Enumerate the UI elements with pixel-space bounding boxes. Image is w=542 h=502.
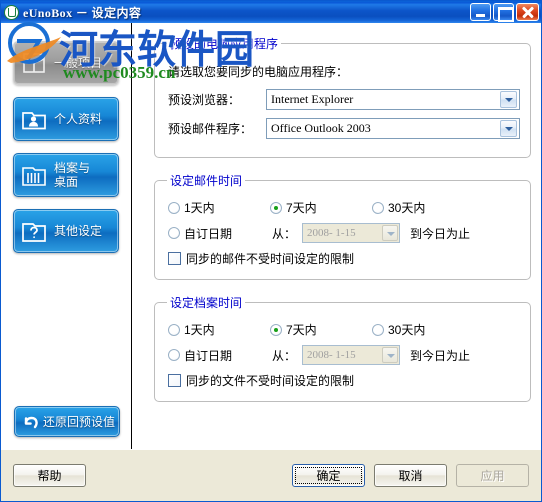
file-radio-7days-label: 7天内 — [286, 323, 317, 337]
radio-icon — [372, 201, 384, 214]
sidebar-item-label: 一般项目 — [54, 56, 103, 70]
file-date-value: 2008- 1-15 — [307, 349, 356, 361]
file-radio-custom-date[interactable]: 自订日期 — [168, 347, 264, 364]
mail-client-label: 预设邮件程序： — [168, 122, 253, 136]
browser-select[interactable]: Internet Explorer — [266, 89, 520, 110]
default-apps-legend: 预设的电脑应用程序 — [170, 37, 279, 51]
undo-arrow-icon — [19, 411, 41, 433]
file-no-time-limit-label: 同步的文件不受时间设定的限制 — [186, 374, 355, 388]
settings-window: eUnoBox － 设定内容 一般项目 个人资料 档案与 桌面 其他设定 还原回… — [0, 0, 542, 502]
mail-no-time-limit-checkbox[interactable]: 同步的邮件不受时间设定的限制 — [168, 250, 520, 267]
mail-time-range-row: 1天内 7天内 30天内 — [168, 199, 520, 216]
restore-defaults-label: 还原回预设值 — [43, 414, 116, 429]
mail-radio-7days[interactable]: 7天内 — [270, 199, 372, 216]
mail-radio-custom-date[interactable]: 自订日期 — [168, 225, 264, 242]
minimize-icon[interactable] — [470, 3, 491, 21]
mail-date-picker: 2008- 1-15 — [302, 223, 401, 243]
radio-icon — [270, 201, 282, 214]
default-apps-hint: 请选取您要同步的电脑应用程序： — [168, 65, 349, 79]
help-button[interactable]: 帮助 — [13, 464, 86, 487]
mail-radio-30days[interactable]: 30天内 — [372, 199, 425, 216]
mail-radio-1day-label: 1天内 — [184, 201, 215, 215]
file-radio-7days[interactable]: 7天内 — [270, 321, 372, 338]
eunobox-app-icon — [4, 4, 19, 20]
file-date-picker: 2008- 1-15 — [302, 345, 401, 365]
checkbox-icon — [168, 252, 181, 265]
close-icon[interactable] — [516, 3, 539, 21]
sidebar-item-personal[interactable]: 个人资料 — [13, 97, 119, 141]
file-radio-30days[interactable]: 30天内 — [372, 321, 425, 338]
radio-icon — [372, 323, 384, 336]
radio-icon — [270, 323, 282, 336]
file-custom-date-row: 自订日期 从： 2008- 1-15 到今日为止 — [168, 345, 520, 365]
file-time-range-row: 1天内 7天内 30天内 — [168, 321, 520, 338]
person-folder-icon — [19, 105, 49, 133]
question-folder-icon — [19, 217, 49, 245]
mail-radio-30days-label: 30天内 — [388, 201, 426, 215]
window-titlebar[interactable]: eUnoBox － 设定内容 — [1, 1, 541, 23]
radio-icon — [168, 349, 180, 361]
sidebar-item-files-desktop[interactable]: 档案与 桌面 — [13, 153, 119, 197]
sidebar: 一般项目 个人资料 档案与 桌面 其他设定 还原回预设值 — [1, 23, 132, 449]
ok-button[interactable]: 确定 — [292, 464, 365, 487]
restore-defaults-button[interactable]: 还原回预设值 — [14, 406, 120, 437]
sidebar-item-label: 个人资料 — [54, 112, 103, 126]
mail-client-select[interactable]: Office Outlook 2003 — [266, 118, 520, 139]
file-radio-1day-label: 1天内 — [184, 323, 215, 337]
sidebar-item-other-settings[interactable]: 其他设定 — [13, 209, 119, 253]
file-until-label: 到今日为止 — [410, 348, 471, 363]
mail-no-time-limit-label: 同步的邮件不受时间设定的限制 — [186, 252, 355, 266]
window-body: 一般项目 个人资料 档案与 桌面 其他设定 还原回预设值 预设的电脑应用程序 请… — [1, 23, 541, 449]
browser-label: 预设浏览器： — [168, 93, 241, 107]
file-radio-custom-date-label: 自订日期 — [184, 348, 233, 363]
browser-row: 预设浏览器： Internet Explorer — [165, 89, 520, 110]
mail-client-value: Office Outlook 2003 — [271, 121, 371, 135]
checkbox-icon — [168, 374, 181, 387]
radio-icon — [168, 227, 180, 239]
chevron-down-icon — [382, 347, 399, 363]
files-desktop-icon — [19, 161, 49, 189]
file-radio-30days-label: 30天内 — [388, 323, 426, 337]
file-time-legend: 设定档案时间 — [170, 296, 243, 310]
mail-radio-7days-label: 7天内 — [286, 201, 317, 215]
sidebar-item-general[interactable]: 一般项目 — [13, 41, 119, 85]
mail-time-group: 设定邮件时间 1天内 7天内 30天内 自订日期 从： 2008- 1-15 到… — [154, 172, 531, 280]
file-no-time-limit-checkbox[interactable]: 同步的文件不受时间设定的限制 — [168, 372, 520, 389]
dialog-footer: 帮助 确定 取消 应用 — [1, 449, 541, 501]
mail-client-row: 预设邮件程序： Office Outlook 2003 — [165, 118, 520, 139]
default-apps-group: 预设的电脑应用程序 请选取您要同步的电脑应用程序： 预设浏览器： Interne… — [154, 35, 531, 158]
radio-icon — [168, 323, 180, 336]
dialog-action-buttons: 确定 取消 应用 — [292, 464, 529, 487]
window-title: eUnoBox － 设定内容 — [23, 5, 142, 20]
settings-content: 预设的电脑应用程序 请选取您要同步的电脑应用程序： 预设浏览器： Interne… — [132, 23, 541, 449]
file-radio-1day[interactable]: 1天内 — [168, 321, 270, 338]
cancel-button[interactable]: 取消 — [374, 464, 447, 487]
mail-date-value: 2008- 1-15 — [307, 227, 356, 239]
mail-until-label: 到今日为止 — [410, 226, 471, 241]
browser-value: Internet Explorer — [271, 92, 354, 106]
file-time-group: 设定档案时间 1天内 7天内 30天内 自订日期 从： 2008- 1-15 到… — [154, 294, 531, 402]
apply-button: 应用 — [456, 464, 529, 487]
chevron-down-icon[interactable] — [500, 91, 517, 108]
file-from-label: 从： — [272, 348, 297, 363]
sidebar-item-label: 其他设定 — [54, 224, 103, 238]
mail-radio-custom-date-label: 自订日期 — [184, 226, 233, 241]
box-icon — [19, 49, 49, 77]
maximize-icon[interactable] — [493, 3, 514, 22]
window-controls — [470, 3, 539, 22]
mail-custom-date-row: 自订日期 从： 2008- 1-15 到今日为止 — [168, 223, 520, 243]
sidebar-item-label: 档案与 桌面 — [54, 161, 91, 189]
chevron-down-icon — [382, 225, 399, 241]
radio-icon — [168, 201, 180, 214]
mail-time-legend: 设定邮件时间 — [170, 174, 243, 188]
mail-from-label: 从： — [272, 226, 297, 241]
chevron-down-icon[interactable] — [500, 120, 517, 137]
mail-radio-1day[interactable]: 1天内 — [168, 199, 270, 216]
